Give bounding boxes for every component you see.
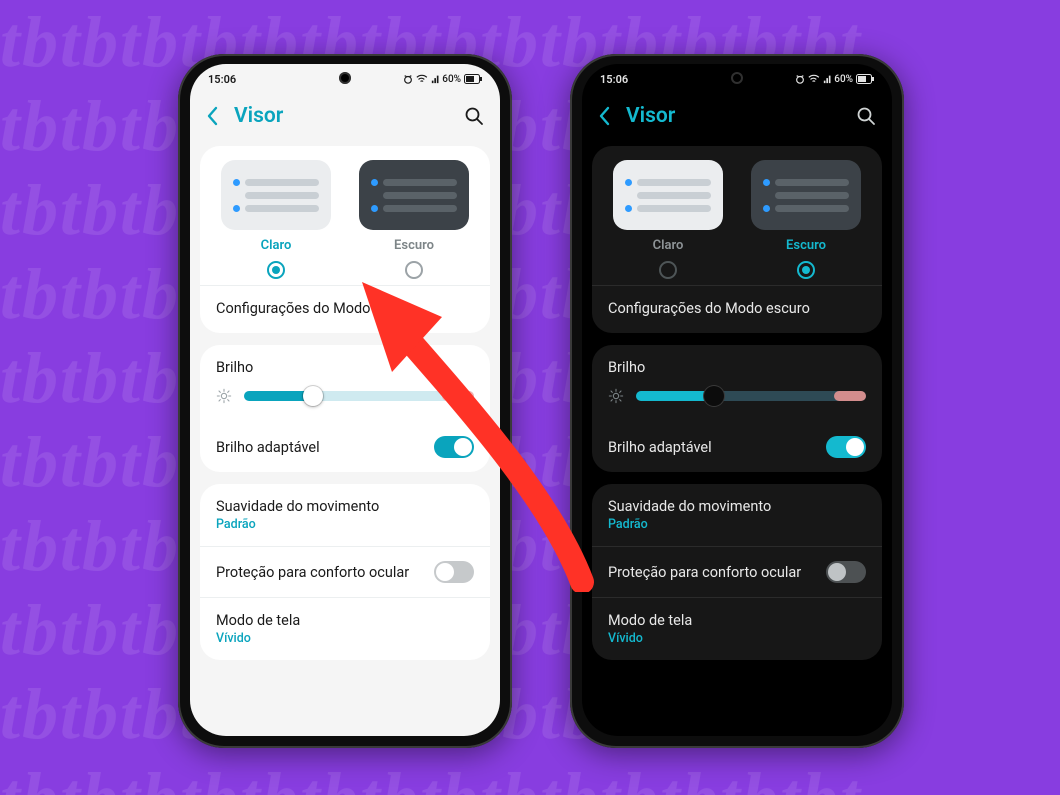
radio-light[interactable] — [659, 261, 677, 279]
radio-light[interactable] — [267, 261, 285, 279]
wifi-icon — [416, 74, 428, 84]
theme-option-light[interactable]: Claro — [606, 160, 730, 279]
theme-light-label: Claro — [653, 238, 684, 253]
front-camera-icon — [339, 72, 351, 84]
eye-comfort-row[interactable]: Proteção para conforto ocular — [200, 546, 490, 597]
battery-icon — [464, 74, 482, 84]
signal-icon — [823, 74, 831, 84]
theme-option-light[interactable]: Claro — [214, 160, 338, 279]
signal-icon — [431, 74, 439, 84]
battery-icon — [856, 74, 874, 84]
card-theme: Claro Escuro Configur — [592, 146, 882, 333]
page-title: Visor — [234, 104, 450, 128]
search-icon[interactable] — [464, 106, 484, 126]
adaptive-brightness-toggle[interactable] — [826, 436, 866, 458]
dark-mode-settings-row[interactable]: Configurações do Modo escuro — [592, 286, 882, 333]
brightness-title: Brilho — [216, 359, 474, 376]
back-icon[interactable] — [598, 105, 612, 127]
theme-light-label: Claro — [261, 238, 292, 253]
status-icons: 60% — [795, 74, 874, 85]
brightness-slider[interactable] — [244, 386, 474, 406]
theme-dark-label: Escuro — [394, 238, 434, 253]
sun-icon — [608, 388, 624, 404]
motion-smoothness-row[interactable]: Suavidade do movimento Padrão — [200, 484, 490, 546]
adaptive-brightness-label: Brilho adaptável — [608, 439, 712, 456]
battery-percent: 60% — [442, 74, 461, 85]
theme-thumbnail-dark — [751, 160, 861, 230]
page-title: Visor — [626, 104, 842, 128]
theme-option-dark[interactable]: Escuro — [352, 160, 476, 279]
slider-thumb[interactable] — [704, 386, 724, 406]
card-theme: Claro Escuro Configur — [200, 146, 490, 333]
battery-percent: 60% — [834, 74, 853, 85]
adaptive-brightness-toggle[interactable] — [434, 436, 474, 458]
card-brightness: Brilho Brilho adaptável — [200, 345, 490, 472]
front-camera-icon — [731, 72, 743, 84]
screen-mode-row[interactable]: Modo de tela Vívido — [592, 597, 882, 660]
eye-comfort-row[interactable]: Proteção para conforto ocular — [592, 546, 882, 597]
theme-thumbnail-light — [221, 160, 331, 230]
brightness-slider[interactable] — [636, 386, 866, 406]
card-display-options: Suavidade do movimento Padrão Proteção p… — [200, 484, 490, 660]
sun-icon — [216, 388, 232, 404]
theme-thumbnail-light — [613, 160, 723, 230]
search-icon[interactable] — [856, 106, 876, 126]
alarm-icon — [403, 74, 413, 84]
alarm-icon — [795, 74, 805, 84]
screen-mode-row[interactable]: Modo de tela Vívido — [200, 597, 490, 660]
dark-mode-settings-row[interactable]: Configurações do Modo e — [200, 286, 490, 333]
card-display-options: Suavidade do movimento Padrão Proteção p… — [592, 484, 882, 660]
adaptive-brightness-label: Brilho adaptável — [216, 439, 320, 456]
radio-dark[interactable] — [405, 261, 423, 279]
theme-option-dark[interactable]: Escuro — [744, 160, 868, 279]
motion-smoothness-row[interactable]: Suavidade do movimento Padrão — [592, 484, 882, 546]
radio-dark[interactable] — [797, 261, 815, 279]
phone-light-mode: 15:06 60% Visor — [178, 54, 512, 748]
back-icon[interactable] — [206, 105, 220, 127]
wifi-icon — [808, 74, 820, 84]
eye-comfort-toggle[interactable] — [826, 561, 866, 583]
eye-comfort-toggle[interactable] — [434, 561, 474, 583]
slider-thumb[interactable] — [303, 386, 323, 406]
card-brightness: Brilho Brilho adaptável — [592, 345, 882, 472]
theme-thumbnail-dark — [359, 160, 469, 230]
theme-dark-label: Escuro — [786, 238, 826, 253]
status-icons: 60% — [403, 74, 482, 85]
brightness-title: Brilho — [608, 359, 866, 376]
status-time: 15:06 — [600, 73, 628, 86]
status-time: 15:06 — [208, 73, 236, 86]
phone-dark-mode: 15:06 60% Visor — [570, 54, 904, 748]
